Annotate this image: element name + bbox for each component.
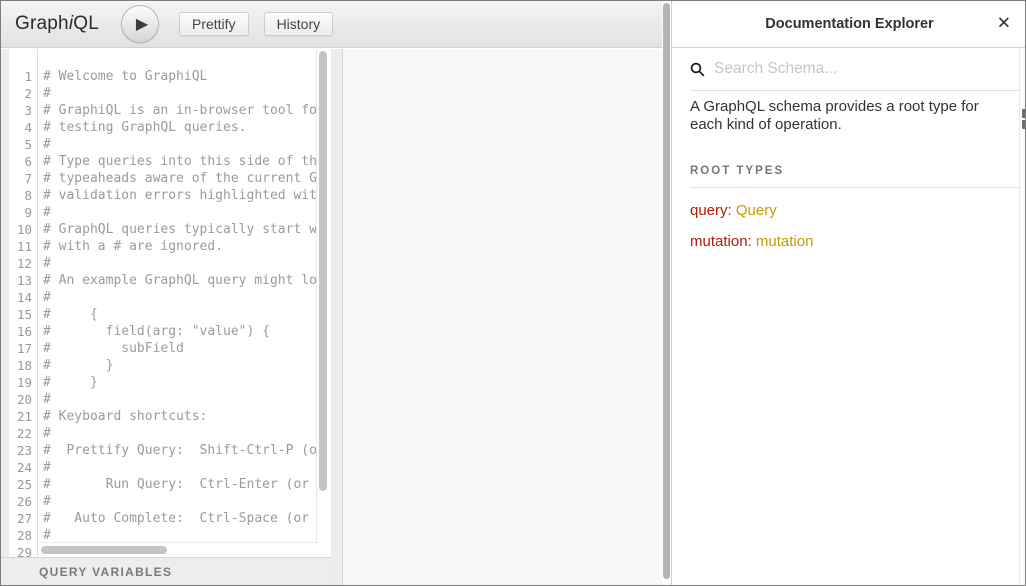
play-icon: ▶ (132, 16, 148, 32)
line-number: 19 (9, 374, 37, 391)
code-line: # { (43, 306, 317, 323)
page-scrollbar-thumb[interactable] (663, 3, 670, 579)
line-number: 1 (9, 68, 37, 85)
result-pane (342, 49, 662, 586)
mutation-type-link[interactable]: mutation (756, 233, 814, 250)
editor-horizontal-scrollbar[interactable] (41, 546, 167, 554)
schema-description: A GraphQL schema provides a root type fo… (690, 98, 1009, 134)
execute-query-button[interactable]: ▶ (121, 5, 159, 43)
toolbar: GraphiQL ▶ Prettify History (1, 1, 662, 48)
editor-vertical-scrollbar[interactable] (319, 51, 327, 491)
query-editor-pane: 1234567891011121314151617181920212223242… (9, 49, 331, 557)
page-scrollbar-track (662, 1, 671, 586)
logo-text-post: QL (73, 13, 99, 34)
graphiql-window: GraphiQL ▶ Prettify History 123456789101… (0, 0, 1026, 586)
query-type-link[interactable]: Query (736, 202, 777, 219)
code-line: # Keyboard shortcuts: (43, 408, 317, 425)
line-number: 27 (9, 510, 37, 527)
line-number: 28 (9, 527, 37, 544)
mutation-field-label: mutation: (690, 233, 752, 250)
line-number: 14 (9, 289, 37, 306)
history-button[interactable]: History (264, 12, 334, 36)
code-line: # GraphiQL is an in-browser tool fo (43, 102, 317, 119)
line-number: 18 (9, 357, 37, 374)
doc-explorer-title: Documentation Explorer (765, 16, 933, 32)
code-line: # with a # are ignored. (43, 238, 317, 255)
root-types-divider (690, 187, 1019, 188)
code-line: # An example GraphQL query might lo (43, 272, 317, 289)
line-number: 8 (9, 187, 37, 204)
prettify-button[interactable]: Prettify (179, 12, 249, 36)
query-editor[interactable]: # Welcome to GraphiQL## GraphiQL is an i… (43, 49, 317, 542)
code-line: # (43, 204, 317, 221)
line-number: 3 (9, 102, 37, 119)
code-line: # Prettify Query: Shift-Ctrl-P (o (43, 442, 317, 459)
line-number: 5 (9, 136, 37, 153)
code-line: # (43, 289, 317, 306)
editor-bottom-border (39, 542, 317, 543)
line-number: 16 (9, 323, 37, 340)
code-line: # (43, 255, 317, 272)
doc-scrollbar-thumb[interactable] (1022, 109, 1026, 118)
line-number: 20 (9, 391, 37, 408)
code-line: # (43, 493, 317, 510)
line-number: 7 (9, 170, 37, 187)
search-icon (690, 62, 705, 77)
line-number: 9 (9, 204, 37, 221)
graphiql-logo: GraphiQL (15, 13, 99, 35)
code-line: # (43, 425, 317, 442)
line-number: 23 (9, 442, 37, 459)
pane-resize-handle[interactable] (331, 49, 342, 586)
line-number: 6 (9, 153, 37, 170)
code-line: # typeaheads aware of the current G (43, 170, 317, 187)
schema-search-input[interactable] (714, 60, 994, 78)
line-number: 10 (9, 221, 37, 238)
code-line: # } (43, 374, 317, 391)
code-line: # Welcome to GraphiQL (43, 68, 317, 85)
doc-explorer-header: Documentation Explorer ✕ (672, 1, 1026, 48)
code-line: # (43, 459, 317, 476)
code-line: # } (43, 357, 317, 374)
logo-text-pre: Graph (15, 13, 69, 34)
code-line: # Run Query: Ctrl-Enter (or (43, 476, 317, 493)
code-line: # (43, 136, 317, 153)
line-numbers: 1234567891011121314151617181920212223242… (9, 49, 38, 557)
code-line: # Type queries into this side of th (43, 153, 317, 170)
line-number: 29 (9, 544, 37, 557)
line-number: 17 (9, 340, 37, 357)
left-edge-strip (1, 49, 9, 557)
doc-scrollbar-thumb[interactable] (1022, 120, 1026, 129)
line-number: 2 (9, 85, 37, 102)
query-field-label: query: (690, 202, 732, 219)
code-line: # (43, 391, 317, 408)
code-line: # testing GraphQL queries. (43, 119, 317, 136)
query-variables-bar[interactable]: QUERY VARIABLES (1, 557, 331, 586)
line-number: 26 (9, 493, 37, 510)
code-line: # (43, 527, 317, 542)
root-types-heading: ROOT TYPES (690, 165, 1009, 177)
query-variables-label: QUERY VARIABLES (39, 565, 172, 579)
schema-search-row (690, 48, 1019, 91)
documentation-explorer: Documentation Explorer ✕ A GraphQL schem… (671, 1, 1026, 586)
code-line: # Auto Complete: Ctrl-Space (or (43, 510, 317, 527)
code-line: # GraphQL queries typically start w (43, 221, 317, 238)
line-number: 25 (9, 476, 37, 493)
line-number: 12 (9, 255, 37, 272)
code-line: # field(arg: "value") { (43, 323, 317, 340)
line-number: 13 (9, 272, 37, 289)
line-number: 24 (9, 459, 37, 476)
close-icon[interactable]: ✕ (997, 16, 1011, 33)
root-type-query[interactable]: query: Query (690, 202, 1009, 219)
line-number: 4 (9, 119, 37, 136)
code-line: # subField (43, 340, 317, 357)
line-number: 11 (9, 238, 37, 255)
code-line: # (43, 85, 317, 102)
doc-scrollbar-track (1019, 49, 1026, 585)
line-number: 15 (9, 306, 37, 323)
line-number: 21 (9, 408, 37, 425)
line-number: 22 (9, 425, 37, 442)
root-type-mutation[interactable]: mutation: mutation (690, 233, 1009, 250)
code-line: # validation errors highlighted wit (43, 187, 317, 204)
editor-right-border (316, 49, 317, 542)
